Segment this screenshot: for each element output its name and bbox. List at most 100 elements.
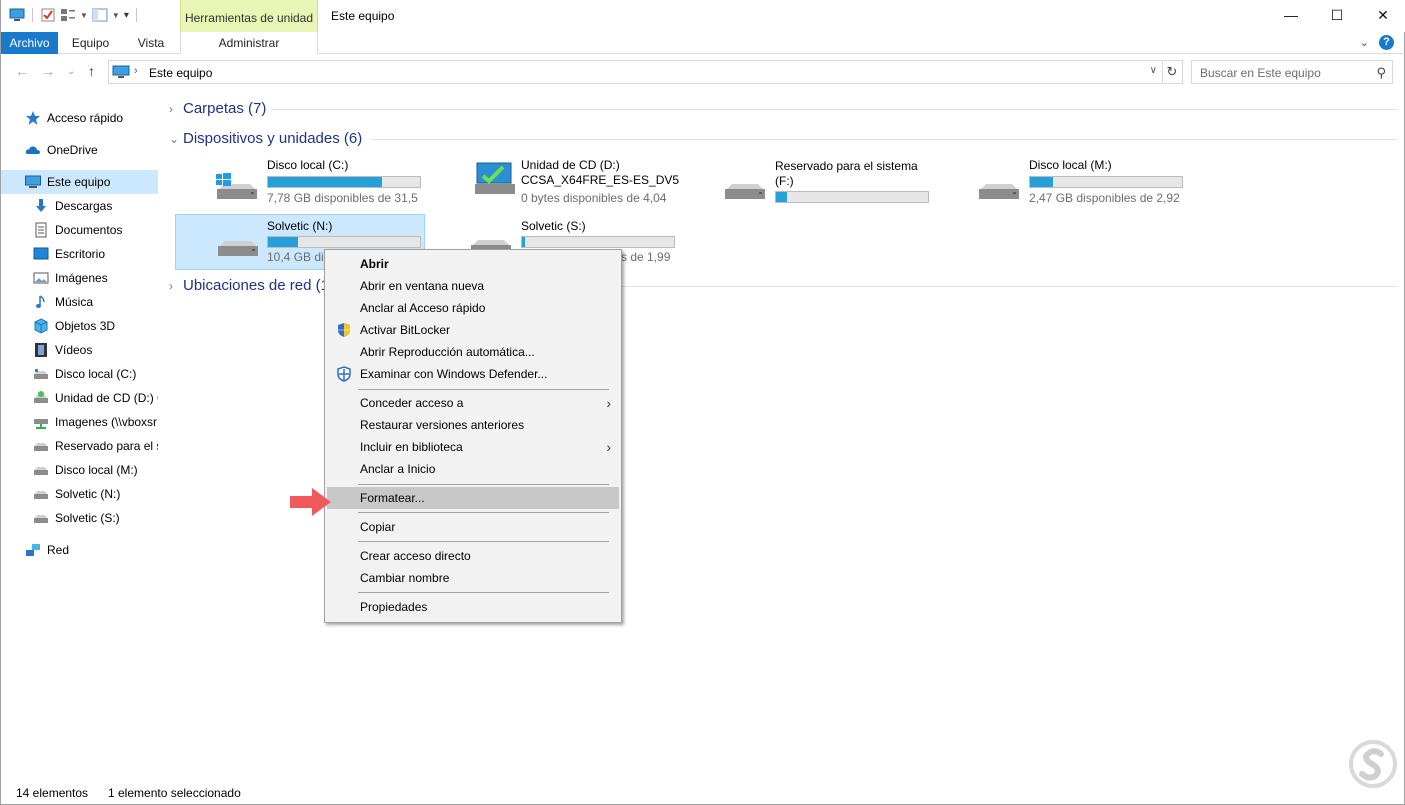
properties-icon[interactable] bbox=[40, 7, 56, 23]
sidebar-item-label: Imagenes (\\vboxsr bbox=[55, 415, 158, 429]
menu-item-anclar-inicio[interactable]: Anclar a Inicio bbox=[327, 458, 619, 480]
sidebar-item-label: Red bbox=[47, 543, 70, 557]
tab-vista[interactable]: Vista bbox=[129, 32, 173, 54]
sidebar-item-onedrive[interactable]: OneDrive bbox=[1, 138, 158, 162]
network-icon bbox=[26, 544, 40, 556]
sidebar-item-imagenes-red[interactable]: Imagenes (\\vboxsr bbox=[1, 410, 158, 434]
drive-tile-m[interactable]: Disco local (M:) 2,47 GB disponibles de … bbox=[937, 158, 1187, 214]
chevron-down-icon[interactable]: ∨ bbox=[1150, 65, 1157, 76]
sidebar-item-disco-c[interactable]: Disco local (C:) bbox=[1, 362, 158, 386]
sidebar-item-label: Descargas bbox=[55, 199, 113, 213]
menu-item-restaurar-versiones[interactable]: Restaurar versiones anteriores bbox=[327, 414, 619, 436]
sidebar-item-imagenes[interactable]: Imágenes bbox=[1, 266, 158, 290]
sidebar-item-disco-m[interactable]: Disco local (M:) bbox=[1, 458, 158, 482]
menu-item-anclar-acceso-rapido[interactable]: Anclar al Acceso rápido bbox=[327, 297, 619, 319]
menu-item-windows-defender[interactable]: Examinar con Windows Defender... bbox=[327, 363, 619, 385]
group-carpetas[interactable]: › Carpetas (7) bbox=[169, 100, 266, 117]
tab-equipo[interactable]: Equipo bbox=[63, 32, 118, 54]
sidebar-item-acceso-rapido[interactable]: Acceso rápido bbox=[1, 106, 158, 130]
sidebar-item-documentos[interactable]: Documentos bbox=[1, 218, 158, 242]
menu-item-cambiar-nombre[interactable]: Cambiar nombre bbox=[327, 567, 619, 589]
group-label: Ubicaciones de red (1 bbox=[183, 277, 329, 294]
drive-free-space: 2,47 GB disponibles de 2,92 bbox=[1029, 191, 1180, 205]
group-divider bbox=[371, 139, 1398, 140]
view-layout-icon[interactable] bbox=[60, 7, 76, 23]
drive-tile-d[interactable]: Unidad de CD (D:) CCSA_X64FRE_ES-ES_DV5 … bbox=[429, 158, 679, 214]
chevron-down-icon: ⌄ bbox=[169, 131, 180, 146]
search-input[interactable]: Buscar en Este equipo ⚲ bbox=[1191, 60, 1393, 84]
tab-administrar[interactable]: Administrar bbox=[180, 32, 318, 54]
windows-drive-icon bbox=[216, 173, 257, 199]
menu-item-label: Abrir bbox=[360, 257, 389, 271]
group-label: Dispositivos y unidades (6) bbox=[183, 130, 363, 147]
chevron-down-icon[interactable]: ▼ bbox=[80, 11, 88, 20]
drive-usage-fill bbox=[1030, 177, 1053, 187]
cube-icon bbox=[34, 318, 48, 334]
sidebar-item-label: Solvetic (S:) bbox=[55, 511, 120, 525]
group-dispositivos[interactable]: ⌄ Dispositivos y unidades (6) bbox=[169, 130, 362, 147]
customize-toolbar-icon[interactable]: ▾ bbox=[124, 10, 129, 21]
context-menu: Abrir Abrir en ventana nueva Anclar al A… bbox=[324, 249, 622, 623]
recent-locations-icon[interactable]: ⌄ bbox=[67, 66, 75, 77]
menu-item-reproduccion-automatica[interactable]: Abrir Reproducción automática... bbox=[327, 341, 619, 363]
chevron-down-icon[interactable]: ▼ bbox=[112, 11, 120, 20]
group-label: Carpetas (7) bbox=[183, 100, 267, 117]
up-arrow-icon[interactable]: ↑ bbox=[88, 63, 95, 79]
computer-icon bbox=[112, 65, 130, 78]
sidebar-item-objetos-3d[interactable]: Objetos 3D bbox=[1, 314, 158, 338]
sidebar-item-escritorio[interactable]: Escritorio bbox=[1, 242, 158, 266]
sidebar-item-este-equipo[interactable]: Este equipo bbox=[1, 170, 158, 194]
toolbar-separator bbox=[32, 8, 33, 22]
desktop-icon bbox=[33, 247, 49, 260]
menu-item-activar-bitlocker[interactable]: Activar BitLocker bbox=[327, 319, 619, 341]
sidebar-item-solvetic-s[interactable]: Solvetic (S:) bbox=[1, 506, 158, 530]
menu-item-incluir-biblioteca[interactable]: Incluir en biblioteca › bbox=[327, 436, 619, 458]
drive-usage-bar bbox=[775, 191, 929, 203]
forward-arrow-icon[interactable]: → bbox=[41, 63, 55, 79]
breadcrumb[interactable]: Este equipo bbox=[149, 66, 212, 80]
maximize-button[interactable]: ☐ bbox=[1314, 0, 1360, 30]
sidebar-item-label: Disco local (C:) bbox=[55, 367, 137, 381]
drive-tile-c[interactable]: Disco local (C:) 7,78 GB disponibles de … bbox=[175, 158, 425, 214]
group-ubicaciones-red[interactable]: › Ubicaciones de red (1 bbox=[169, 277, 329, 294]
back-arrow-icon[interactable]: ← bbox=[15, 63, 29, 79]
sidebar-item-label: Documentos bbox=[55, 223, 123, 237]
navigation-bar: ← → ⌄ ↑ › Este equipo ∨ ↻ Buscar en Este… bbox=[1, 58, 1405, 86]
sidebar-item-label: Solvetic (N:) bbox=[55, 487, 121, 501]
sidebar-item-musica[interactable]: Música bbox=[1, 290, 158, 314]
sidebar-item-label: Acceso rápido bbox=[47, 111, 124, 125]
panel-icon[interactable] bbox=[92, 7, 108, 23]
breadcrumb-separator-icon[interactable]: › bbox=[134, 65, 138, 77]
menu-item-copiar[interactable]: Copiar bbox=[327, 516, 619, 538]
sidebar-item-label: Escritorio bbox=[55, 247, 106, 261]
sidebar-item-label: Vídeos bbox=[55, 343, 93, 357]
sidebar-item-descargas[interactable]: Descargas bbox=[1, 194, 158, 218]
sidebar-item-unidad-cd[interactable]: Unidad de CD (D:) C bbox=[1, 386, 158, 410]
tab-archivo[interactable]: Archivo bbox=[1, 32, 58, 54]
minimize-button[interactable]: — bbox=[1268, 0, 1314, 30]
menu-item-conceder-acceso[interactable]: Conceder acceso a › bbox=[327, 392, 619, 414]
drive-icon bbox=[34, 369, 48, 379]
drive-icon bbox=[218, 241, 258, 256]
expand-ribbon-icon[interactable]: ⌄ bbox=[1360, 36, 1369, 49]
sidebar-item-videos[interactable]: Vídeos bbox=[1, 338, 158, 362]
pictures-icon bbox=[33, 272, 49, 284]
menu-item-abrir-ventana-nueva[interactable]: Abrir en ventana nueva bbox=[327, 275, 619, 297]
computer-icon[interactable] bbox=[9, 7, 25, 23]
drive-icon bbox=[34, 491, 48, 499]
sidebar-item-reservado[interactable]: Reservado para el si bbox=[1, 434, 158, 458]
menu-item-formatear[interactable]: Formatear... bbox=[327, 487, 619, 509]
drive-usage-fill bbox=[776, 192, 787, 202]
menu-item-crear-acceso-directo[interactable]: Crear acceso directo bbox=[327, 545, 619, 567]
close-button[interactable]: ✕ bbox=[1360, 0, 1405, 30]
menu-item-label: Activar BitLocker bbox=[360, 323, 451, 337]
sidebar-item-solvetic-n[interactable]: Solvetic (N:) bbox=[1, 482, 158, 506]
refresh-button[interactable]: ↻ bbox=[1162, 60, 1183, 84]
chevron-right-icon: › bbox=[606, 395, 611, 411]
drive-tile-f[interactable]: Reservado para el sistema (F:) bbox=[683, 158, 933, 214]
menu-item-abrir[interactable]: Abrir bbox=[327, 253, 619, 275]
menu-item-propiedades[interactable]: Propiedades bbox=[327, 596, 619, 618]
sidebar-item-red[interactable]: Red bbox=[1, 538, 158, 562]
help-icon[interactable]: ? bbox=[1379, 35, 1394, 50]
address-bar[interactable]: › Este equipo ∨ bbox=[108, 60, 1163, 84]
